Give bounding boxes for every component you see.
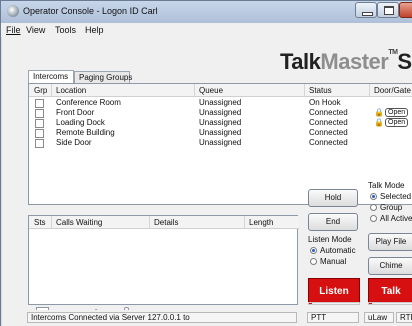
window-title: Operator Console - Logon ID Carl (23, 6, 158, 16)
talk-level-meter (368, 302, 412, 305)
intercom-row[interactable]: Front Door Unassigned Connected 🔒 Open (29, 108, 412, 118)
status-cell: Connected (309, 118, 348, 127)
minimize-icon (362, 12, 373, 16)
calls-list-header: Sts Calls Waiting Details Length (29, 216, 299, 229)
col-sts[interactable]: Sts (34, 218, 46, 227)
group-checkbox[interactable] (35, 99, 44, 108)
title-bar[interactable]: Operator Console - Logon ID Carl (1, 1, 412, 23)
location-cell: Side Door (56, 138, 92, 147)
open-door-button[interactable]: Open (385, 108, 409, 117)
talk-mode-label: Talk Mode (368, 181, 405, 190)
intercom-row[interactable]: Remote Building Unassigned Connected (29, 128, 412, 138)
group-checkbox[interactable] (35, 109, 44, 118)
col-grp[interactable]: Grp (34, 86, 47, 95)
hold-button[interactable]: Hold (308, 189, 358, 207)
location-cell: Front Door (56, 108, 95, 117)
maximize-button[interactable] (377, 2, 399, 18)
queue-cell: Unassigned (199, 108, 242, 117)
maximize-icon (384, 6, 394, 15)
intercom-list: Grp Location Queue Status Door/Gate Conf… (28, 83, 412, 205)
talk-group-radio[interactable] (370, 204, 377, 211)
queue-cell: Unassigned (199, 98, 242, 107)
listen-manual-label: Manual (320, 257, 347, 266)
menu-bar: File View Tools Help (1, 23, 412, 37)
col-calls-waiting[interactable]: Calls Waiting (56, 218, 102, 227)
end-button[interactable]: End (308, 213, 358, 231)
calls-waiting-list: Sts Calls Waiting Details Length (28, 215, 299, 305)
queue-cell: Unassigned (199, 128, 242, 137)
operator-console-window: Operator Console - Logon ID Carl File Vi… (0, 0, 412, 326)
col-location[interactable]: Location (56, 86, 86, 95)
lock-icon: 🔒 (374, 108, 384, 117)
status-bar: Intercoms Connected via Server 127.0.0.1… (2, 310, 412, 326)
tab-intercoms[interactable]: Intercoms (28, 70, 74, 83)
col-details[interactable]: Details (154, 218, 178, 227)
minimize-button[interactable] (355, 2, 377, 18)
location-cell: Remote Building (56, 128, 115, 137)
chime-button[interactable]: Chime (368, 257, 412, 275)
listen-automatic-radio[interactable] (310, 247, 317, 254)
listen-mode-label: Listen Mode (308, 235, 352, 244)
listen-automatic-label: Automatic (320, 246, 356, 255)
talk-group-label: Group (380, 203, 403, 212)
talk-button[interactable]: Talk (368, 278, 412, 304)
status-message: Intercoms Connected via Server 127.0.0.1… (27, 312, 297, 323)
intercom-list-header: Grp Location Queue Status Door/Gate (29, 84, 412, 97)
intercom-row[interactable]: Side Door Unassigned Connected (29, 138, 412, 148)
client-area: TalkMasterTMSolo Intercoms Paging Groups… (2, 37, 412, 326)
status-cell: Connected (309, 138, 348, 147)
talkmaster-logo: TalkMasterTMSolo (280, 49, 412, 74)
talk-selected-radio[interactable] (370, 193, 377, 200)
status-ptt: PTT (307, 312, 359, 323)
col-door-gate[interactable]: Door/Gate (374, 86, 411, 95)
listen-level-meter (308, 302, 360, 305)
app-icon (7, 5, 19, 17)
intercom-row[interactable]: Conference Room Unassigned On Hook (29, 98, 412, 108)
group-checkbox[interactable] (35, 119, 44, 128)
col-status[interactable]: Status (309, 86, 332, 95)
col-length[interactable]: Length (249, 218, 273, 227)
menu-help[interactable]: Help (85, 25, 104, 35)
open-door-button[interactable]: Open (385, 118, 409, 127)
play-file-button[interactable]: Play File (368, 233, 412, 251)
group-checkbox[interactable] (35, 139, 44, 148)
location-cell: Conference Room (56, 98, 121, 107)
menu-view[interactable]: View (26, 25, 45, 35)
status-cell: Connected (309, 128, 348, 137)
location-cell: Loading Dock (56, 118, 105, 127)
group-checkbox[interactable] (35, 129, 44, 138)
queue-cell: Unassigned (199, 138, 242, 147)
tab-paging-groups[interactable]: Paging Groups (74, 71, 132, 83)
talk-all-active-label: All Active (380, 214, 412, 223)
talk-all-active-radio[interactable] (370, 215, 377, 222)
col-queue[interactable]: Queue (199, 86, 223, 95)
listen-button[interactable]: Listen (308, 278, 360, 304)
close-button[interactable] (399, 2, 412, 18)
queue-cell: Unassigned (199, 118, 242, 127)
status-codec: uLaw (364, 312, 394, 323)
intercom-row[interactable]: Loading Dock Unassigned Connected 🔒 Open (29, 118, 412, 128)
menu-tools[interactable]: Tools (55, 25, 76, 35)
status-cell: Connected (309, 108, 348, 117)
menu-file[interactable]: File (6, 25, 21, 35)
lock-icon: 🔒 (374, 118, 384, 127)
status-cell: On Hook (309, 98, 341, 107)
status-rtp: RTP (396, 312, 412, 323)
talk-selected-label: Selected (380, 192, 412, 201)
listen-manual-radio[interactable] (310, 258, 317, 265)
